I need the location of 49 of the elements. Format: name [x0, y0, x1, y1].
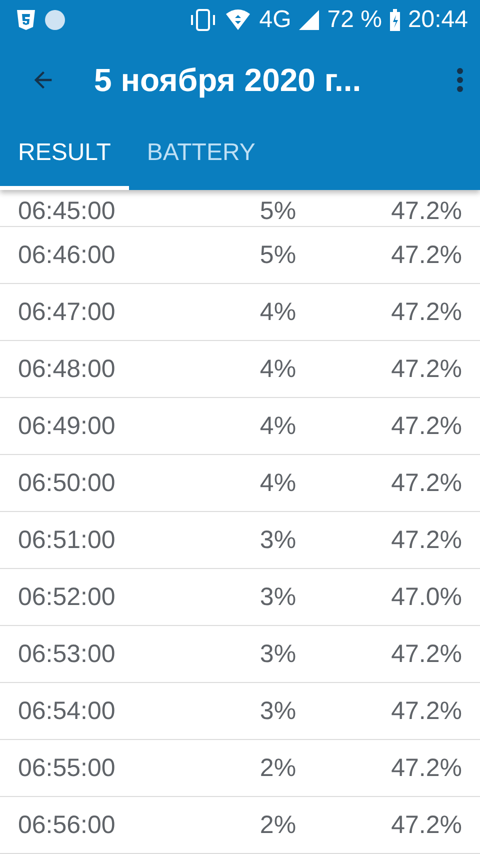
tab[interactable]: BATTERY — [128, 120, 274, 190]
table-cell-text: 3% — [258, 525, 298, 555]
time-cell-text: 06:53:00 — [18, 639, 116, 669]
battery-charging-icon — [390, 9, 400, 31]
table-cell-text: 47.2% — [390, 240, 462, 270]
time-cell-text: 06:56:00 — [18, 810, 116, 840]
time-cell-text: 06:55:00 — [18, 753, 116, 783]
table-cell-text: 2% — [258, 753, 298, 783]
battery-percent: 72 % — [327, 6, 382, 34]
table-cell-text: 47.2% — [390, 354, 462, 384]
network-type: 4G — [259, 6, 292, 34]
time-cell-text: 06:45:00 — [18, 196, 116, 226]
html5-icon — [16, 9, 36, 31]
table-cell-text: 4% — [258, 297, 298, 327]
table-cell-text: 47.2% — [390, 196, 462, 226]
time-cell-text: 06:54:00 — [18, 696, 116, 726]
table-cell-text: 4% — [258, 354, 298, 384]
table-cell-text: 47.2% — [390, 525, 462, 555]
table-cell-text: 47.2% — [390, 297, 462, 327]
table-cell-text: 3% — [258, 639, 298, 669]
loading-icon — [44, 9, 66, 31]
table-cell-text: 47.2% — [390, 411, 462, 441]
table-cell-text: 4% — [258, 411, 298, 441]
table-cell-text: 47.2% — [390, 639, 462, 669]
toolbar-title: 5 ноября 2020 г... — [94, 62, 362, 98]
table-cell-text: 5% — [258, 240, 298, 270]
tab[interactable]: RESULT — [0, 120, 129, 190]
table-cell-text: 47.2% — [390, 696, 462, 726]
time-cell-text: 06:46:00 — [18, 240, 116, 270]
wifi-icon — [225, 9, 252, 31]
table-cell-text: 47.2% — [390, 468, 462, 498]
table-cell-text: 4% — [258, 468, 298, 498]
time-cell-text: 06:49:00 — [18, 411, 116, 441]
time-cell-text: 06:50:00 — [18, 468, 116, 498]
table-cell-text: 3% — [258, 696, 298, 726]
table-cell-text: 47.2% — [390, 753, 462, 783]
time-cell-text: 06:52:00 — [18, 582, 116, 612]
table-cell-text: 2% — [258, 810, 298, 840]
table-cell-text: 3% — [258, 582, 298, 612]
table-cell-text: 5% — [258, 196, 298, 226]
signal-icon — [299, 10, 320, 30]
table-cell-text: 47.2% — [390, 810, 462, 840]
vibrate-icon — [189, 8, 218, 32]
table-cell-text: 47.0% — [390, 582, 462, 612]
time-cell-text: 06:47:00 — [18, 297, 116, 327]
time-cell-text: 06:48:00 — [18, 354, 116, 384]
time-cell-text: 06:51:00 — [18, 525, 116, 555]
clock: 20:44 — [408, 6, 468, 34]
more-vertical-icon — [456, 67, 464, 93]
